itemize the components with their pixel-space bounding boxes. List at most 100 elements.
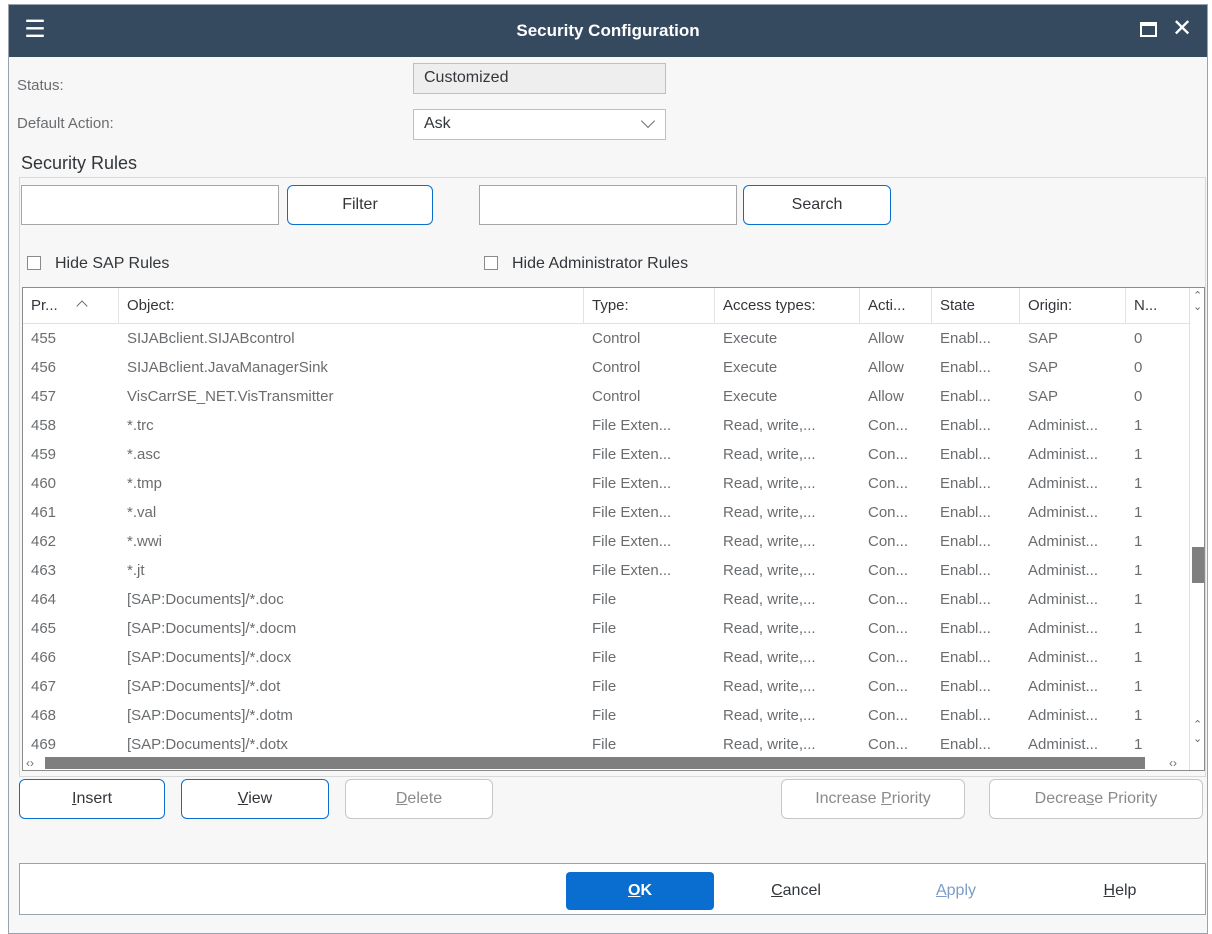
cell-origin: Administ... xyxy=(1028,533,1099,550)
delete-button[interactable]: Delete xyxy=(345,779,493,819)
cell-type: File xyxy=(592,678,617,695)
cell-origin: Administ... xyxy=(1028,591,1099,608)
decrease-priority-button[interactable]: Decrease Priority xyxy=(989,779,1203,819)
cell-state: Enabl... xyxy=(940,649,991,666)
cell-priority: 456 xyxy=(31,359,57,376)
cell-access-types: Read, write,... xyxy=(723,707,816,724)
cell-priority: 468 xyxy=(31,707,57,724)
table-row[interactable]: 464 [SAP:Documents]/*.doc File Read, write,… xyxy=(23,585,1189,614)
table-row[interactable]: 459 *.asc File Exten... Read, write,... Con.… xyxy=(23,440,1189,469)
button-label: elp xyxy=(1115,882,1137,899)
table-row[interactable]: 460 *.tmp File Exten... Read, write,... Con.… xyxy=(23,469,1189,498)
maximize-icon[interactable] xyxy=(1140,22,1157,37)
column-header-access-types[interactable]: Access types: xyxy=(715,288,860,324)
cell-priority: 465 xyxy=(31,620,57,637)
column-header-object[interactable]: Object: xyxy=(119,288,584,324)
hide-admin-rules-checkbox[interactable]: Hide Administrator Rules xyxy=(484,255,688,273)
cell-priority: 469 xyxy=(31,736,57,753)
column-header-number[interactable]: N... xyxy=(1126,288,1189,324)
column-header-state[interactable]: State xyxy=(932,288,1020,324)
button-label: iew xyxy=(248,790,273,807)
scroll-left-right-icon[interactable]: ‹› xyxy=(1169,756,1177,770)
apply-button[interactable]: Apply xyxy=(896,872,1016,910)
cell-origin: SAP xyxy=(1028,388,1059,405)
cell-access-types: Read, write,... xyxy=(723,649,816,666)
cell-access-types: Read, write,... xyxy=(723,620,816,637)
cell-state: Enabl... xyxy=(940,736,991,753)
cell-number: 1 xyxy=(1134,707,1143,724)
cell-object: [SAP:Documents]/*.docm xyxy=(127,620,297,637)
table-row[interactable]: 456 SIJABclient.JavaManagerSink Control Exe… xyxy=(23,353,1189,382)
column-header-label: Pr... xyxy=(31,297,58,314)
cell-origin: Administ... xyxy=(1028,446,1099,463)
accelerator-key: C xyxy=(771,882,783,899)
cell-access-types: Read, write,... xyxy=(723,475,816,492)
horizontal-scrollbar[interactable]: ‹› ‹› xyxy=(23,756,1189,770)
search-button[interactable]: Search xyxy=(743,185,891,225)
hide-admin-rules-label: Hide Administrator Rules xyxy=(512,255,689,272)
scroll-down-icon[interactable]: ⌄ xyxy=(1193,302,1202,313)
table-row[interactable]: 457 VisCarrSE_NET.VisTransmitter Control Ex… xyxy=(23,382,1189,411)
cell-number: 1 xyxy=(1134,504,1143,521)
scroll-left-right-icon[interactable]: ‹› xyxy=(26,756,34,770)
button-label: ancel xyxy=(782,882,821,899)
view-button[interactable]: View xyxy=(181,779,329,819)
cell-access-types: Read, write,... xyxy=(723,562,816,579)
cell-type: File Exten... xyxy=(592,417,672,434)
cell-number: 0 xyxy=(1134,388,1143,405)
column-header-priority[interactable]: Pr... xyxy=(23,288,119,324)
cell-origin: Administ... xyxy=(1028,620,1099,637)
search-input[interactable] xyxy=(479,185,737,225)
table-row[interactable]: 463 *.jt File Exten... Read, write,... Con..… xyxy=(23,556,1189,585)
vertical-scrollbar[interactable]: ⌃ ⌄ ⌃ ⌄ xyxy=(1189,288,1204,770)
cell-action: Con... xyxy=(868,446,909,463)
column-header-action[interactable]: Acti... xyxy=(860,288,932,324)
default-action-dropdown[interactable]: Ask xyxy=(413,109,666,140)
close-icon[interactable]: ✕ xyxy=(1172,16,1192,42)
cell-access-types: Read, write,... xyxy=(723,736,816,753)
scroll-down-icon[interactable]: ⌄ xyxy=(1193,734,1202,745)
cell-action: Con... xyxy=(868,649,909,666)
filter-button[interactable]: Filter xyxy=(287,185,433,225)
table-row[interactable]: 458 *.trc File Exten... Read, write,... Con.… xyxy=(23,411,1189,440)
accelerator-key: O xyxy=(627,882,641,899)
chevron-down-icon xyxy=(640,113,656,129)
table-row[interactable]: 461 *.val File Exten... Read, write,... Con.… xyxy=(23,498,1189,527)
help-button[interactable]: Help xyxy=(1060,872,1180,910)
column-header-type[interactable]: Type: xyxy=(584,288,715,324)
cell-origin: Administ... xyxy=(1028,678,1099,695)
cell-type: Control xyxy=(592,359,641,376)
table-row[interactable]: 468 [SAP:Documents]/*.dotm File Read, write… xyxy=(23,701,1189,730)
table-row[interactable]: 465 [SAP:Documents]/*.docm File Read, write… xyxy=(23,614,1189,643)
scroll-up-icon[interactable]: ⌃ xyxy=(1193,291,1202,302)
scroll-up-icon[interactable]: ⌃ xyxy=(1193,720,1202,731)
ok-button[interactable]: OK xyxy=(566,872,714,910)
checkbox-box[interactable] xyxy=(27,256,41,270)
cell-type: File xyxy=(592,707,617,724)
table-row[interactable]: 466 [SAP:Documents]/*.docx File Read, write… xyxy=(23,643,1189,672)
cell-origin: Administ... xyxy=(1028,504,1099,521)
security-rules-table: Pr... Object: Type: Access types: Acti..… xyxy=(22,287,1205,771)
cell-state: Enabl... xyxy=(940,533,991,550)
cell-priority: 463 xyxy=(31,562,57,579)
vertical-scroll-thumb[interactable] xyxy=(1192,547,1204,583)
cell-origin: Administ... xyxy=(1028,417,1099,434)
filter-input[interactable] xyxy=(21,185,279,225)
button-label: pply xyxy=(946,882,977,899)
hide-sap-rules-checkbox[interactable]: Hide SAP Rules xyxy=(27,255,169,273)
increase-priority-button[interactable]: Increase Priority xyxy=(781,779,965,819)
cell-state: Enabl... xyxy=(940,562,991,579)
column-header-origin[interactable]: Origin: xyxy=(1020,288,1126,324)
insert-button[interactable]: Insert xyxy=(19,779,165,819)
cell-number: 1 xyxy=(1134,475,1143,492)
table-row[interactable]: 462 *.wwi File Exten... Read, write,... Con.… xyxy=(23,527,1189,556)
cancel-button[interactable]: Cancel xyxy=(736,872,856,910)
table-row[interactable]: 469 [SAP:Documents]/*.dotx File Read, write… xyxy=(23,730,1189,756)
cell-action: Allow xyxy=(868,330,904,347)
table-row[interactable]: 455 SIJABclient.SIJABcontrol Control Execut… xyxy=(23,324,1189,353)
checkbox-box[interactable] xyxy=(484,256,498,270)
table-row[interactable]: 467 [SAP:Documents]/*.dot File Read, write,… xyxy=(23,672,1189,701)
cell-object: *.asc xyxy=(127,446,161,463)
horizontal-scroll-thumb[interactable] xyxy=(45,757,1145,769)
cell-action: Con... xyxy=(868,591,909,608)
